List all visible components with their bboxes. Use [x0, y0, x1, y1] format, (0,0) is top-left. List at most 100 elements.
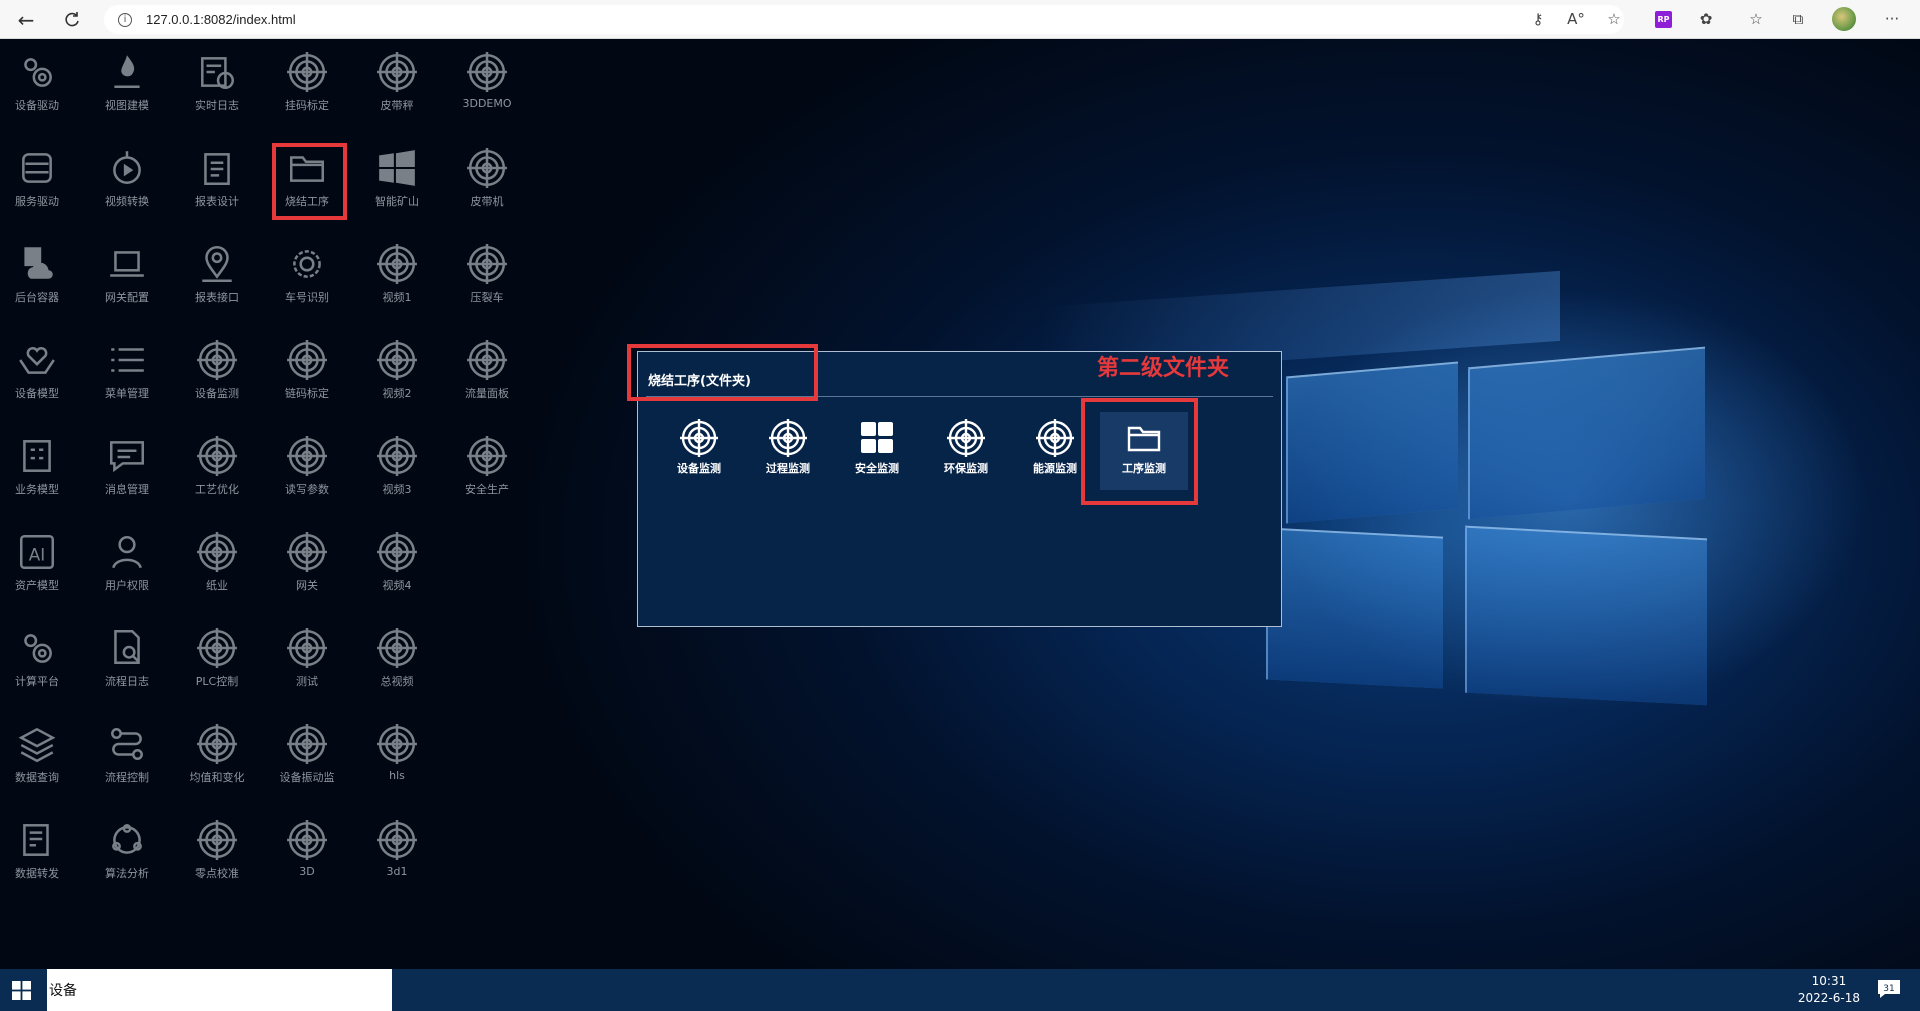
search-text: 设备	[49, 983, 77, 999]
desktop-icon[interactable]: 3D	[262, 809, 352, 905]
desktop-icon-label: 流量面板	[465, 387, 509, 400]
location-pin-icon	[196, 243, 238, 285]
highlight-box-subfolder	[1081, 398, 1198, 505]
taskbar-search-input[interactable]: 设备	[47, 969, 392, 1011]
desktop-icon[interactable]: 压裂车	[442, 233, 532, 329]
target-icon	[466, 243, 508, 285]
desktop-icon-label: 纸业	[206, 579, 228, 592]
desktop-icon[interactable]: 皮带秤	[352, 41, 442, 137]
desktop-icon[interactable]: 视频转换	[82, 137, 172, 233]
target-icon	[466, 147, 508, 189]
desktop-icon[interactable]: 零点校准	[172, 809, 262, 905]
desktop-icon[interactable]: 流程控制	[82, 713, 172, 809]
desktop-icon[interactable]: 后台容器	[0, 233, 82, 329]
rp-extension-icon[interactable]: RP	[1655, 11, 1672, 28]
desktop-icon[interactable]: hls	[352, 713, 442, 809]
desktop-icon[interactable]: 3d1	[352, 809, 442, 905]
desktop-icon-label: 挂码标定	[285, 99, 329, 112]
desktop-icon-label: 链码标定	[285, 387, 329, 400]
desktop-icon[interactable]: 视频3	[352, 425, 442, 521]
desktop-icon[interactable]: 链码标定	[262, 329, 352, 425]
desktop-icon[interactable]: 菜单管理	[82, 329, 172, 425]
address-bar[interactable]: i 127.0.0.1:8082/index.html	[104, 5, 1624, 34]
desktop-icon[interactable]: 流程日志	[82, 617, 172, 713]
desktop-icon[interactable]: 车号识别	[262, 233, 352, 329]
svg-text:AI: AI	[29, 544, 45, 564]
desktop-icon[interactable]: 设备驱动	[0, 41, 82, 137]
desktop-icon[interactable]: 用户权限	[82, 521, 172, 617]
info-icon[interactable]: i	[118, 12, 132, 27]
desktop-icon[interactable]: 总视频	[352, 617, 442, 713]
gear-icon	[286, 243, 328, 285]
favorite-add-icon[interactable]: ☆	[1602, 7, 1626, 31]
profile-avatar[interactable]	[1832, 7, 1856, 31]
wallpaper-pane	[1465, 525, 1707, 706]
extensions-icon[interactable]: ✿	[1694, 7, 1718, 31]
desktop-icon[interactable]: 流量面板	[442, 329, 532, 425]
desktop-icon[interactable]: 视频4	[352, 521, 442, 617]
gears-icon	[16, 627, 58, 669]
taskbar-clock[interactable]: 10:31 2022-6-18	[1798, 973, 1860, 1007]
highlight-box-dialog-title	[627, 344, 818, 401]
desktop-icon[interactable]: 服务驱动	[0, 137, 82, 233]
desktop-icon[interactable]: 视图建模	[82, 41, 172, 137]
message-icon	[106, 435, 148, 477]
favorites-icon[interactable]: ☆	[1744, 7, 1768, 31]
desktop-icon[interactable]: 计算平台	[0, 617, 82, 713]
desktop-icon[interactable]: 设备模型	[0, 329, 82, 425]
desktop-icon[interactable]: 测试	[262, 617, 352, 713]
target-icon	[286, 51, 328, 93]
desktop-icon-label: 算法分析	[105, 867, 149, 880]
dialog-item[interactable]: 设备监测	[655, 412, 743, 490]
desktop-icon-label: 零点校准	[195, 867, 239, 880]
desktop-icon[interactable]: PLC控制	[172, 617, 262, 713]
desktop-icon[interactable]: 读写参数	[262, 425, 352, 521]
desktop-icon-label: 视图建模	[105, 99, 149, 112]
collections-icon[interactable]: ⧉	[1786, 7, 1810, 31]
desktop-icon[interactable]: 视频2	[352, 329, 442, 425]
flow-icon	[106, 723, 148, 765]
more-menu-icon[interactable]: ···	[1880, 7, 1904, 31]
desktop-icon[interactable]: 数据转发	[0, 809, 82, 905]
desktop-icon[interactable]: 挂码标定	[262, 41, 352, 137]
desktop-icon[interactable]: 算法分析	[82, 809, 172, 905]
target-icon	[196, 339, 238, 381]
desktop-icon-label: 视频1	[382, 291, 412, 304]
read-aloud-icon[interactable]: A°	[1564, 7, 1588, 31]
desktop-icon[interactable]: 报表接口	[172, 233, 262, 329]
start-windows-icon[interactable]	[12, 981, 31, 1000]
desktop-icon[interactable]: 皮带机	[442, 137, 532, 233]
desktop-icon[interactable]: 数据查询	[0, 713, 82, 809]
desktop-icon[interactable]: 纸业	[172, 521, 262, 617]
dialog-item[interactable]: 安全监测	[833, 412, 921, 490]
desktop-icon[interactable]: 报表设计	[172, 137, 262, 233]
desktop-icon[interactable]: 视频1	[352, 233, 442, 329]
desktop-icon[interactable]: 网关配置	[82, 233, 172, 329]
calendar-clock-icon	[196, 51, 238, 93]
desktop-icon[interactable]: 均值和变化	[172, 713, 262, 809]
desktop-icon[interactable]: 业务模型	[0, 425, 82, 521]
dialog-item-label: 安全监测	[855, 462, 899, 475]
desktop-icon[interactable]: 设备振动监	[262, 713, 352, 809]
dialog-item[interactable]: 过程监测	[744, 412, 832, 490]
desktop-icon[interactable]: 设备监测	[172, 329, 262, 425]
back-button[interactable]: ←	[6, 0, 46, 39]
desktop-icon-label: 测试	[296, 675, 318, 688]
desktop-icon[interactable]: 工艺优化	[172, 425, 262, 521]
desktop-icon-label: 读写参数	[285, 483, 329, 496]
refresh-button[interactable]	[52, 0, 92, 39]
desktop-icon[interactable]: 安全生产	[442, 425, 532, 521]
dialog-item[interactable]: 环保监测	[922, 412, 1010, 490]
desktop-icon[interactable]: AI 资产模型	[0, 521, 82, 617]
desktop-icon[interactable]: 实时日志	[172, 41, 262, 137]
key-icon[interactable]: ⚷	[1526, 7, 1550, 31]
desktop-icon[interactable]: 3DDEMO	[442, 41, 532, 137]
desktop-icon-label: 计算平台	[15, 675, 59, 688]
wallpaper-pane	[1286, 361, 1458, 524]
desktop-icon[interactable]: 智能矿山	[352, 137, 442, 233]
desktop-icon[interactable]: 消息管理	[82, 425, 172, 521]
notification-icon[interactable]: 31	[1876, 978, 1902, 1000]
desktop-icon-label: 流程日志	[105, 675, 149, 688]
desktop-icon[interactable]: 网关	[262, 521, 352, 617]
target-icon	[286, 339, 328, 381]
